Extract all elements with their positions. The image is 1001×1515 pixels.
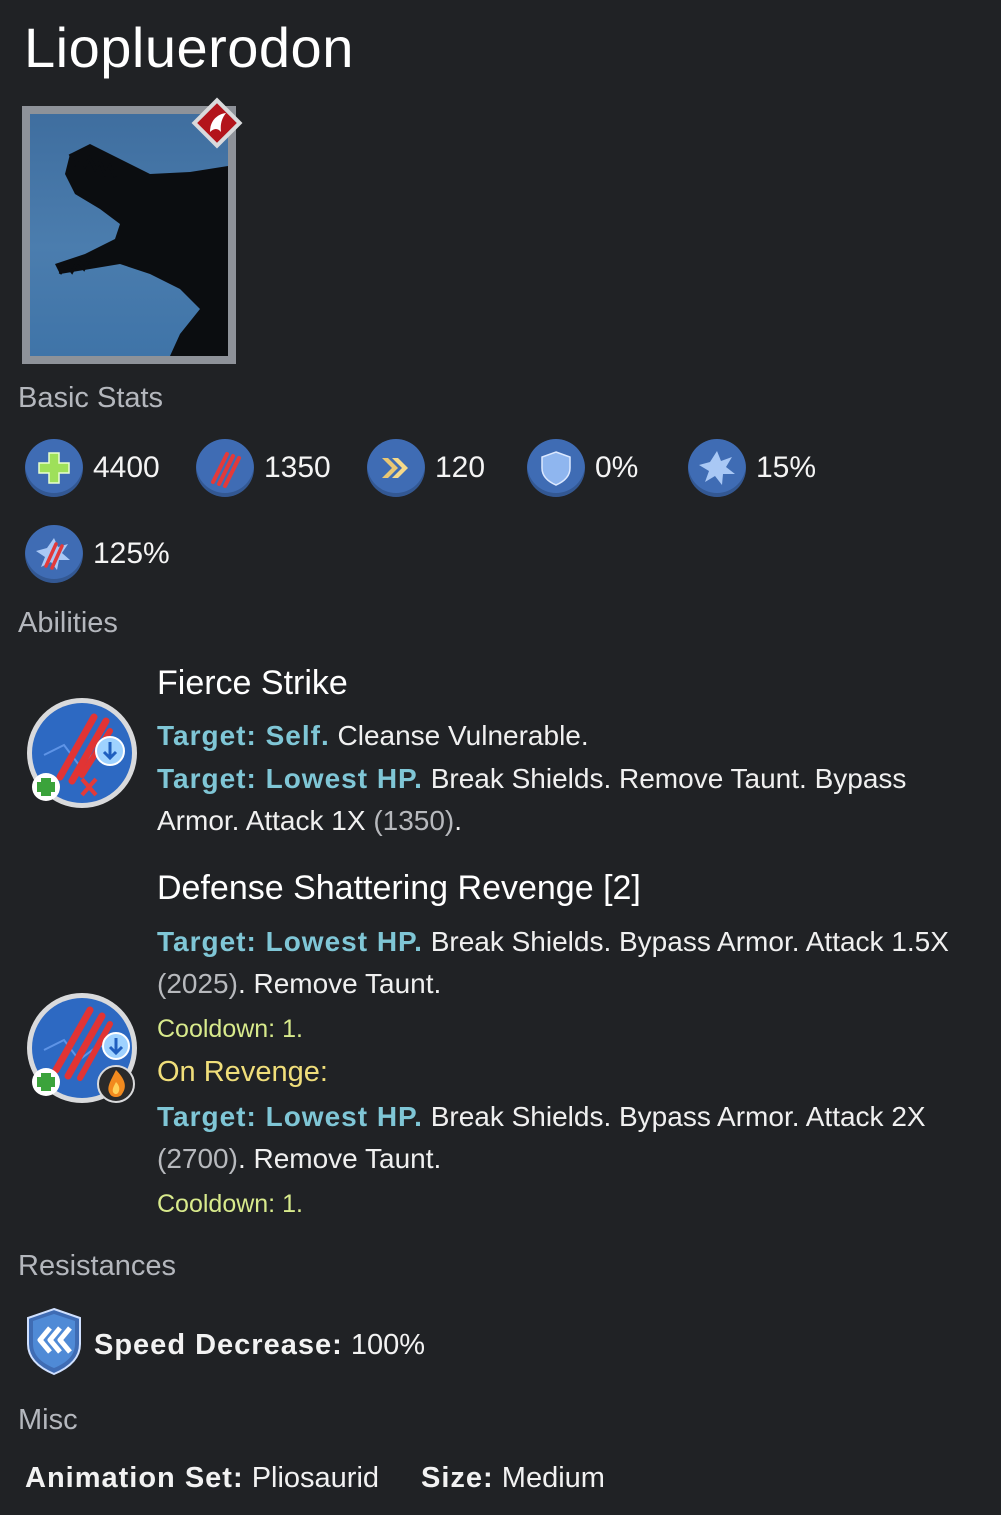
misc-row: Animation Set: Pliosaurid Size: Medium xyxy=(25,1462,605,1495)
stat-speed: 120 xyxy=(367,439,485,497)
ability-effect: . Remove Taunt. xyxy=(237,968,442,999)
ability-line: (2025). Remove Taunt. xyxy=(157,963,987,1005)
section-heading-abilities: Abilities xyxy=(18,607,118,639)
damage-claw-icon xyxy=(196,439,254,497)
stat-critical-chance-value: 15% xyxy=(756,451,817,484)
ability-effect: . Remove Taunt. xyxy=(237,1143,442,1174)
ability-line: Target: Lowest HP. Break Shields. Bypass… xyxy=(157,1096,987,1138)
page-title: Liopluerodon xyxy=(24,16,354,79)
stat-armor-value: 0% xyxy=(595,451,639,484)
ability-damage-value: (2700) xyxy=(157,1143,238,1174)
section-heading-misc: Misc xyxy=(18,1404,78,1436)
animation-set: Animation Set: Pliosaurid xyxy=(25,1462,379,1495)
ability-target: Target: Lowest HP. xyxy=(157,763,423,794)
ability-effect: Cleanse Vulnerable. xyxy=(337,720,589,751)
stat-damage-value: 1350 xyxy=(264,451,331,484)
section-heading-resistances: Resistances xyxy=(18,1250,176,1282)
rarity-badge-icon xyxy=(190,96,244,150)
stat-health-value: 4400 xyxy=(93,451,160,484)
ability-line: Target: Lowest HP. Break Shields. Remove… xyxy=(157,758,987,800)
animation-set-label: Animation Set: xyxy=(25,1462,244,1494)
ability-cooldown: Cooldown: 1. xyxy=(157,1190,303,1218)
ability-effect: . xyxy=(454,805,463,836)
ability-icon-fierce-strike[interactable] xyxy=(24,695,140,811)
stat-critical-damage-value: 125% xyxy=(93,537,170,570)
resistance-label: Speed Decrease: xyxy=(94,1328,343,1361)
ability-target: Target: Lowest HP. xyxy=(157,1101,423,1132)
critical-damage-icon xyxy=(25,525,83,583)
size-label: Size: xyxy=(421,1462,494,1494)
section-heading-basic-stats: Basic Stats xyxy=(18,382,164,414)
stat-critical-damage: 125% xyxy=(25,525,170,583)
ability-line: (2700). Remove Taunt. xyxy=(157,1138,987,1180)
armor-shield-icon xyxy=(527,439,585,497)
ability-name-fierce-strike: Fierce Strike xyxy=(157,664,348,702)
ability-icon-defense-shattering-revenge[interactable] xyxy=(24,990,140,1106)
stat-speed-value: 120 xyxy=(435,451,486,484)
ability-line: Target: Lowest HP. Break Shields. Bypass… xyxy=(157,921,987,963)
stat-critical-chance: 15% xyxy=(688,439,816,497)
ability-effect: Armor. Attack 1X xyxy=(157,805,366,836)
size: Size: Medium xyxy=(421,1462,605,1495)
stat-armor: 0% xyxy=(527,439,638,497)
ability-line: Target: Self. Cleanse Vulnerable. xyxy=(157,715,987,757)
on-revenge-label: On Revenge: xyxy=(157,1056,328,1088)
stat-damage: 1350 xyxy=(196,439,331,497)
speed-decrease-icon xyxy=(24,1306,84,1384)
ability-cooldown: Cooldown: 1. xyxy=(157,1015,303,1043)
ability-effect: Break Shields. Bypass Armor. Attack 1.5X xyxy=(430,926,949,957)
animation-set-value: Pliosaurid xyxy=(251,1462,380,1494)
ability-effect: Break Shields. Remove Taunt. Bypass xyxy=(430,763,907,794)
speed-chevron-icon xyxy=(367,439,425,497)
ability-target: Target: Self. xyxy=(157,720,330,751)
resistance-value: 100% xyxy=(350,1328,425,1361)
ability-line: Armor. Attack 1X (1350). xyxy=(157,800,987,842)
size-value: Medium xyxy=(501,1462,605,1494)
resistance-speed-decrease: Speed Decrease: 100% xyxy=(24,1306,425,1384)
ability-name-defense-shattering-revenge: Defense Shattering Revenge [2] xyxy=(157,869,641,907)
ability-damage-value: (1350) xyxy=(373,805,455,836)
ability-damage-value: (2025) xyxy=(157,968,238,999)
critical-burst-icon xyxy=(688,439,746,497)
ability-effect: Break Shields. Bypass Armor. Attack 2X xyxy=(430,1101,926,1132)
creature-silhouette-image xyxy=(30,114,228,356)
ability-target: Target: Lowest HP. xyxy=(157,926,423,957)
stat-health: 4400 xyxy=(25,439,160,497)
health-icon xyxy=(25,439,83,497)
